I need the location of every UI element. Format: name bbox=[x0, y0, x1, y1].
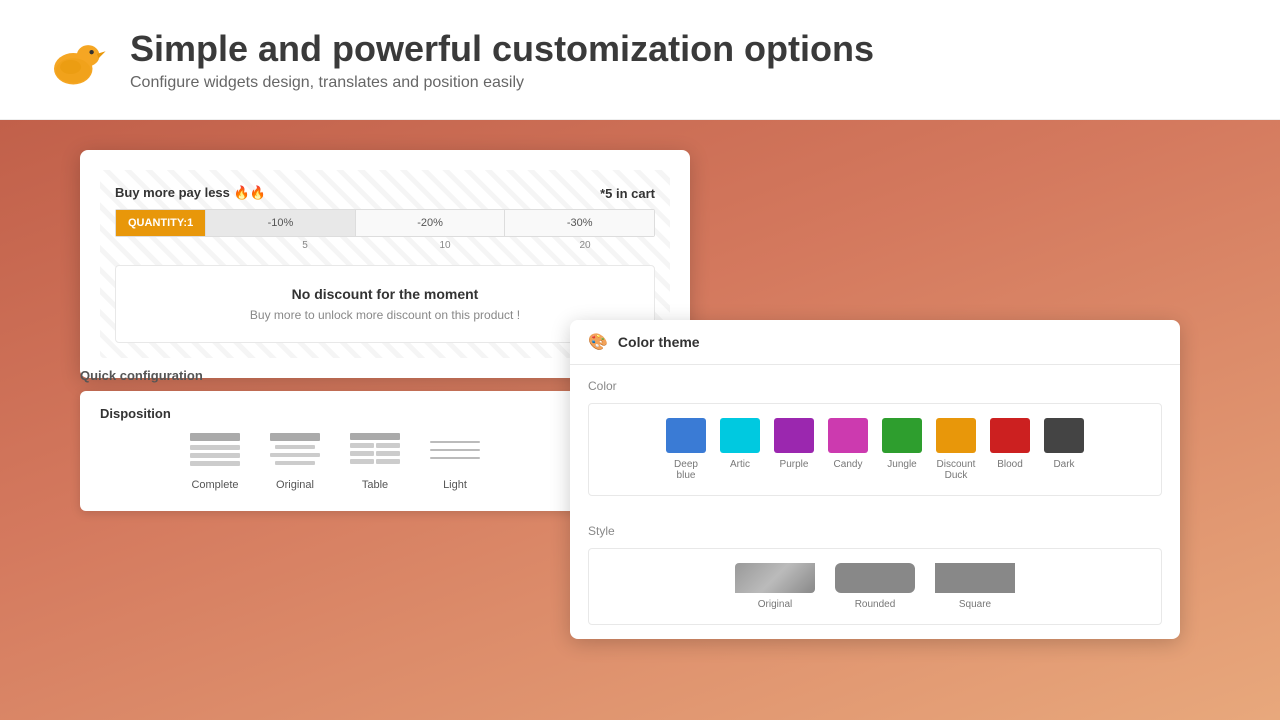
dark-label: Dark bbox=[1053, 459, 1074, 470]
segment-10[interactable]: -10% bbox=[205, 210, 355, 236]
disposition-original[interactable]: Original bbox=[270, 433, 320, 491]
style-section-label: Style bbox=[588, 524, 1162, 538]
header-text: Simple and powerful customization option… bbox=[130, 28, 874, 92]
original-style-label: Original bbox=[758, 599, 792, 610]
color-blood[interactable]: Blood bbox=[990, 418, 1030, 470]
rounded-style-swatch[interactable] bbox=[835, 563, 915, 593]
style-section: Style Original Rounded Square bbox=[570, 510, 1180, 639]
purple-swatch[interactable] bbox=[774, 418, 814, 453]
rounded-style-label: Rounded bbox=[855, 599, 896, 610]
duck-logo-icon bbox=[40, 25, 110, 95]
disposition-options: Complete Original bbox=[100, 433, 570, 491]
candy-label: Candy bbox=[834, 459, 863, 470]
style-grid: Original Rounded Square bbox=[588, 548, 1162, 625]
artic-swatch[interactable] bbox=[720, 418, 760, 453]
blood-swatch[interactable] bbox=[990, 418, 1030, 453]
main-content: Buy more pay less 🔥🔥 *5 in cart QUANTITY… bbox=[0, 120, 1280, 720]
disposition-card: Disposition Complete bbox=[80, 391, 590, 511]
style-rounded[interactable]: Rounded bbox=[835, 563, 915, 610]
disposition-title: Disposition bbox=[100, 406, 570, 421]
quantity-bar-wrapper: QUANTITY:1 -10% -20% -30% 5 10 20 bbox=[115, 209, 655, 251]
quick-config-title: Quick configuration bbox=[80, 368, 590, 383]
disposition-light[interactable]: Light bbox=[430, 433, 480, 491]
page-subtitle: Configure widgets design, translates and… bbox=[130, 74, 874, 92]
table-label: Table bbox=[362, 479, 388, 491]
no-discount-text: Buy more to unlock more discount on this… bbox=[136, 308, 634, 322]
artic-label: Artic bbox=[730, 459, 750, 470]
light-icon bbox=[430, 433, 480, 471]
deep-blue-swatch[interactable] bbox=[666, 418, 706, 453]
table-icon bbox=[350, 433, 400, 471]
blood-label: Blood bbox=[997, 459, 1023, 470]
light-label: Light bbox=[443, 479, 467, 491]
quick-config-section: Quick configuration Disposition Complete bbox=[80, 368, 590, 511]
discount-duck-swatch[interactable] bbox=[936, 418, 976, 453]
discount-duck-label: DiscountDuck bbox=[937, 459, 976, 481]
style-original[interactable]: Original bbox=[735, 563, 815, 610]
color-grid: Deepblue Artic Purple Candy Jungle bbox=[588, 403, 1162, 496]
quantity-bar[interactable]: QUANTITY:1 -10% -20% -30% bbox=[115, 209, 655, 237]
color-deep-blue[interactable]: Deepblue bbox=[666, 418, 706, 481]
original-label: Original bbox=[276, 479, 314, 491]
no-discount-title: No discount for the moment bbox=[136, 286, 634, 302]
deep-blue-label: Deepblue bbox=[674, 459, 698, 481]
style-square[interactable]: Square bbox=[935, 563, 1015, 610]
square-style-label: Square bbox=[959, 599, 991, 610]
purple-label: Purple bbox=[780, 459, 809, 470]
buy-more-label: Buy more pay less 🔥🔥 bbox=[115, 185, 266, 201]
square-style-swatch[interactable] bbox=[935, 563, 1015, 593]
palette-icon: 🎨 bbox=[588, 332, 608, 352]
color-artic[interactable]: Artic bbox=[720, 418, 760, 470]
complete-icon bbox=[190, 433, 240, 471]
color-theme-title: Color theme bbox=[618, 334, 700, 350]
original-icon bbox=[270, 433, 320, 471]
page-title: Simple and powerful customization option… bbox=[130, 28, 874, 70]
quantity-numbers: 5 10 20 bbox=[115, 240, 655, 251]
color-theme-card: 🎨 Color theme Color Deepblue Artic Purpl… bbox=[570, 320, 1180, 639]
dark-swatch[interactable] bbox=[1044, 418, 1084, 453]
segment-30[interactable]: -30% bbox=[504, 210, 654, 236]
original-style-swatch[interactable] bbox=[735, 563, 815, 593]
color-section: Color Deepblue Artic Purple Candy bbox=[570, 365, 1180, 510]
color-theme-header: 🎨 Color theme bbox=[570, 320, 1180, 365]
color-section-label: Color bbox=[588, 379, 1162, 393]
buy-more-header: Buy more pay less 🔥🔥 *5 in cart bbox=[115, 185, 655, 201]
disposition-complete[interactable]: Complete bbox=[190, 433, 240, 491]
segment-20[interactable]: -20% bbox=[355, 210, 505, 236]
disposition-table[interactable]: Table bbox=[350, 433, 400, 491]
color-dark[interactable]: Dark bbox=[1044, 418, 1084, 470]
jungle-label: Jungle bbox=[887, 459, 916, 470]
quantity-label: QUANTITY:1 bbox=[116, 210, 205, 236]
cart-info: *5 in cart bbox=[600, 186, 655, 201]
complete-label: Complete bbox=[191, 479, 238, 491]
color-discount-duck[interactable]: DiscountDuck bbox=[936, 418, 976, 481]
jungle-swatch[interactable] bbox=[882, 418, 922, 453]
page-header: Simple and powerful customization option… bbox=[0, 0, 1280, 120]
color-purple[interactable]: Purple bbox=[774, 418, 814, 470]
candy-swatch[interactable] bbox=[828, 418, 868, 453]
color-candy[interactable]: Candy bbox=[828, 418, 868, 470]
color-jungle[interactable]: Jungle bbox=[882, 418, 922, 470]
